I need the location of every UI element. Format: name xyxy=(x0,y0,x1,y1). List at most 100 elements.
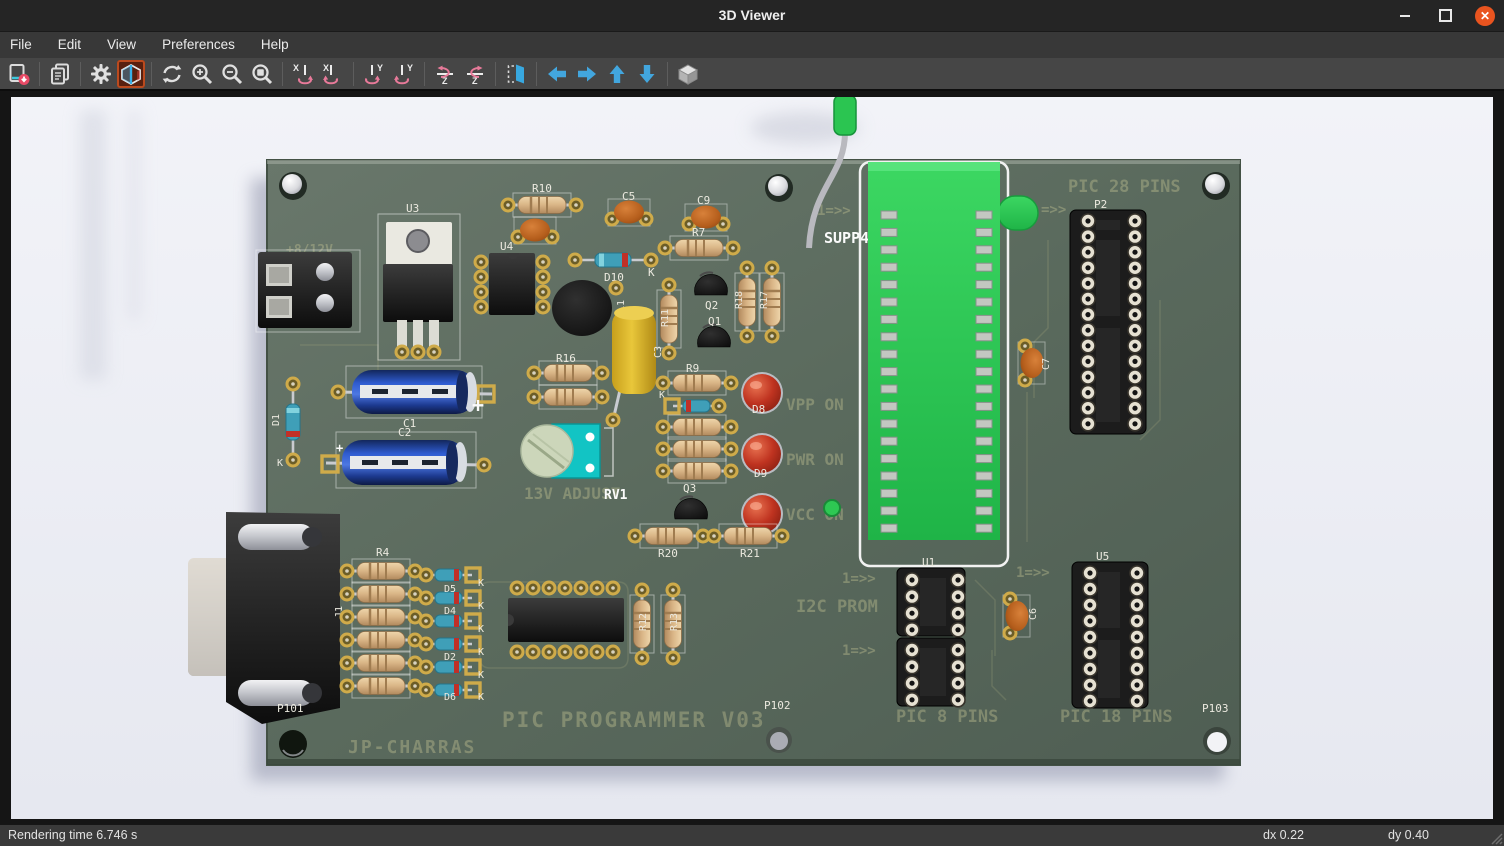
ref-p103: P103 xyxy=(1202,702,1229,715)
rotate-x-cw-button[interactable]: X xyxy=(289,60,317,88)
render-cube-icon xyxy=(119,62,143,86)
gear-icon xyxy=(89,62,113,86)
terminal-block-p1 xyxy=(256,250,360,332)
3d-viewport-canvas[interactable]: +8/12V PIC 28 PINS 1=>> =>> VPP ON PWR O… xyxy=(11,97,1493,819)
ref-d4: D4 xyxy=(444,606,456,617)
ref-d9: D9 xyxy=(754,467,767,480)
silk-board-title: PIC PROGRAMMER V03 xyxy=(502,708,766,732)
rotate-x-ccw-button[interactable]: X xyxy=(319,60,347,88)
ref-r16: R16 xyxy=(556,352,576,365)
ref-rv1: RV1 xyxy=(604,488,628,503)
ref-p2: P2 xyxy=(1094,198,1107,211)
dip-socket-u5: U5 xyxy=(1072,550,1148,708)
rotate-z-ccw-icon: Z xyxy=(463,62,487,86)
ref-r20: R20 xyxy=(658,547,678,560)
rotate-y-cw-button[interactable]: Y xyxy=(360,60,388,88)
close-icon: ✕ xyxy=(1475,6,1495,26)
ref-k: K xyxy=(478,578,484,589)
zoom-fit-button[interactable] xyxy=(248,60,276,88)
ref-q1: Q1 xyxy=(708,315,721,328)
ref-c2: C2 xyxy=(398,426,411,439)
title-bar: 3D Viewer ✕ xyxy=(0,0,1504,32)
refresh-icon xyxy=(160,62,184,86)
settings-button[interactable] xyxy=(87,60,115,88)
ref-d1: D1 xyxy=(271,414,282,426)
menu-file[interactable]: File xyxy=(0,32,45,58)
silk-pic8-label: PIC 8 PINS xyxy=(896,707,998,727)
zoom-out-icon xyxy=(220,62,244,86)
maximize-button[interactable] xyxy=(1434,5,1456,27)
arrow-left-icon xyxy=(545,62,569,86)
arrow-right-icon xyxy=(575,62,599,86)
export-image-icon xyxy=(7,62,31,86)
svg-text:X: X xyxy=(293,63,299,73)
resize-grip[interactable] xyxy=(1487,829,1503,845)
ref-u1: U1 xyxy=(922,556,935,569)
pan-right-button[interactable] xyxy=(573,60,601,88)
menu-help[interactable]: Help xyxy=(248,32,302,58)
flip-board-button[interactable] xyxy=(502,60,530,88)
silk-pic28-label: PIC 28 PINS xyxy=(1068,177,1181,197)
silk-pin1-marker: 1=>> xyxy=(842,571,876,587)
rotate-y-ccw-button[interactable]: Y xyxy=(390,60,418,88)
flip-board-icon xyxy=(504,62,528,86)
arrow-down-icon xyxy=(635,62,659,86)
silk-author: JP-CHARRAS xyxy=(348,737,476,758)
ref-k: K xyxy=(648,266,655,279)
menu-edit[interactable]: Edit xyxy=(45,32,94,58)
pan-down-button[interactable] xyxy=(633,60,661,88)
ortho-view-button[interactable] xyxy=(674,60,702,88)
ref-r12: R12 xyxy=(638,613,649,631)
svg-text:Y: Y xyxy=(377,63,383,73)
realistic-render-button[interactable] xyxy=(117,60,145,88)
silk-pwr-on: PWR ON xyxy=(786,450,844,469)
ref-c5: C5 xyxy=(622,190,635,203)
rotate-z-cw-button[interactable]: Z xyxy=(431,60,459,88)
arrow-up-icon xyxy=(605,62,629,86)
ref-r21: R21 xyxy=(740,547,760,560)
rendering-time: Rendering time 6.746 s xyxy=(8,825,137,846)
toolbar: X X Y xyxy=(0,58,1504,91)
zoom-in-button[interactable] xyxy=(188,60,216,88)
led-green xyxy=(824,500,840,516)
ref-p101: P101 xyxy=(277,702,304,715)
menu-preferences[interactable]: Preferences xyxy=(149,32,248,58)
silk-pin1-marker: =>> xyxy=(1041,202,1066,218)
copy-image-button[interactable] xyxy=(46,60,74,88)
ref-k: K xyxy=(478,601,484,612)
silk-vpp-on: VPP ON xyxy=(786,395,844,414)
zoom-out-button[interactable] xyxy=(218,60,246,88)
status-dy: dy 0.40 xyxy=(1388,825,1429,846)
ref-c9: C9 xyxy=(697,194,710,207)
pan-left-button[interactable] xyxy=(543,60,571,88)
pan-up-button[interactable] xyxy=(603,60,631,88)
silk-pin1-marker: 1=>> xyxy=(1016,565,1050,581)
minimize-button[interactable] xyxy=(1394,5,1416,27)
ref-r13: R13 xyxy=(669,613,680,631)
rotate-z-cw-icon: Z xyxy=(433,62,457,86)
ref-q2: Q2 xyxy=(705,299,718,312)
export-image-button[interactable] xyxy=(5,60,33,88)
rotate-z-ccw-button[interactable]: Z xyxy=(461,60,489,88)
ref-u5: U5 xyxy=(1096,550,1109,563)
ref-u4: U4 xyxy=(500,240,514,253)
ref-p102: P102 xyxy=(764,699,791,712)
close-button[interactable]: ✕ xyxy=(1474,5,1496,27)
ref-c6: C6 xyxy=(1028,608,1039,620)
menu-view[interactable]: View xyxy=(94,32,149,58)
silk-pin1-marker: 1=>> xyxy=(817,203,851,219)
ref-k: K xyxy=(478,647,484,658)
refresh-view-button[interactable] xyxy=(158,60,186,88)
ref-c2-plus: + xyxy=(336,441,343,455)
status-bar: Rendering time 6.746 s dx 0.22 dy 0.40 xyxy=(0,824,1504,846)
svg-text:X: X xyxy=(323,63,329,73)
rotate-x-cw-icon: X xyxy=(291,62,315,86)
zif-latch xyxy=(998,196,1038,230)
ref-r7: R7 xyxy=(692,226,705,239)
silk-pin1-marker: 1=>> xyxy=(842,643,876,659)
ortho-cube-icon xyxy=(676,62,700,86)
zoom-in-icon xyxy=(190,62,214,86)
ref-u3: U3 xyxy=(406,202,419,215)
ref-d6: D6 xyxy=(444,692,456,703)
rotate-y-cw-icon: Y xyxy=(362,62,386,86)
